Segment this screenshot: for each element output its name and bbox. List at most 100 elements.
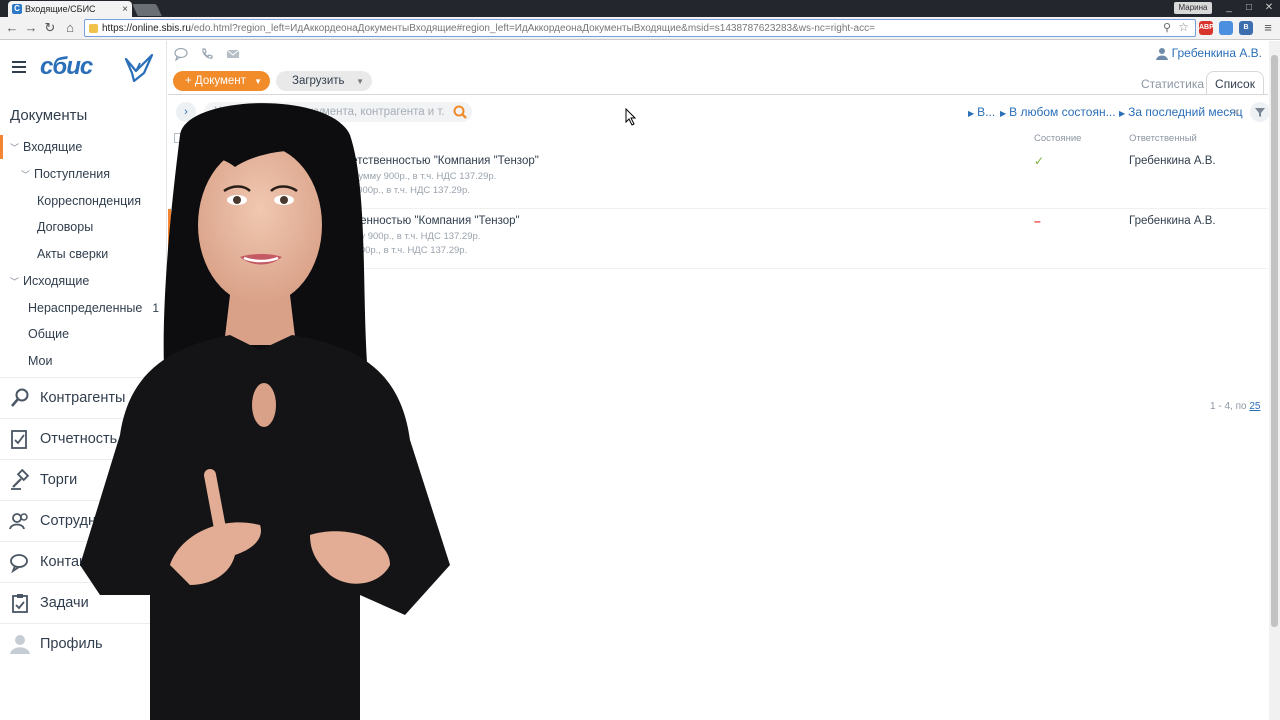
unassigned-count-badge: 1 bbox=[152, 301, 159, 315]
document-title: 05.0 й ответственностью "Компания "Тензо… bbox=[190, 155, 539, 167]
create-document-button[interactable]: + Документ ▼ bbox=[173, 71, 270, 91]
nav-item-receipts[interactable]: ﹀ Поступления bbox=[0, 162, 167, 186]
nav-item-label: Мои bbox=[28, 354, 53, 368]
zoom-icon[interactable]: ⚲ bbox=[1163, 21, 1171, 34]
browser-menu-icon[interactable]: ≡ bbox=[1260, 20, 1276, 36]
tab-statistics[interactable]: Статистика bbox=[1141, 77, 1204, 91]
nav-section-tasks[interactable]: Задачи bbox=[0, 582, 167, 622]
section-label: Торги bbox=[40, 471, 78, 488]
nav-section-profile[interactable]: Профиль bbox=[0, 623, 167, 663]
nav-item-label: Входящие bbox=[23, 140, 83, 154]
upload-button[interactable]: Загрузить ▼ bbox=[276, 71, 372, 91]
chevron-down-icon[interactable]: ﹀ bbox=[10, 141, 20, 154]
document-subline: 1 5.08.15 на сумму 900р., в т.ч. НДС 137… bbox=[190, 171, 497, 182]
new-tab-button[interactable] bbox=[132, 4, 162, 16]
address-bar[interactable]: https://online.sbis.ru/edo.html?region_l… bbox=[84, 19, 1196, 37]
phone-icon[interactable] bbox=[200, 47, 214, 61]
nav-section-employees[interactable]: Сотрудники bbox=[0, 500, 167, 540]
document-subline: 15 на сумму 900р., в т.ч. НДС 137.29р. bbox=[190, 185, 470, 196]
section-title-documents[interactable]: Документы bbox=[10, 107, 87, 124]
bookmark-star-icon[interactable]: ☆ bbox=[1178, 20, 1189, 34]
lock-icon bbox=[89, 23, 98, 33]
nav-item-outgoing[interactable]: ﹀ Исходящие bbox=[0, 269, 167, 293]
nav-item-label: Договоры bbox=[37, 220, 94, 234]
nav-item-reconciliation[interactable]: Акты сверки bbox=[0, 242, 167, 266]
search-icon[interactable] bbox=[452, 104, 468, 120]
reload-icon[interactable]: ↻ bbox=[42, 20, 58, 36]
chevron-down-icon[interactable]: ﹀ bbox=[21, 168, 31, 181]
minimize-icon[interactable]: _ bbox=[1220, 1, 1238, 14]
nav-item-label: Нераспределенные bbox=[28, 301, 143, 315]
nav-item-label: Исходящие bbox=[23, 274, 90, 288]
browser-tabbar: С Входящие/СБИС × Марина _ □ ✕ bbox=[0, 0, 1280, 17]
home-icon[interactable]: ⌂ bbox=[62, 20, 78, 36]
nav-section-reporting[interactable]: Отчетность bbox=[0, 418, 167, 458]
tabs-divider bbox=[168, 94, 1268, 95]
upload-label: Загрузить bbox=[292, 75, 345, 87]
close-window-icon[interactable]: ✕ bbox=[1260, 1, 1278, 14]
nav-item-correspondence[interactable]: Корреспонденция bbox=[0, 189, 167, 213]
chevron-down-icon[interactable]: ﹀ bbox=[10, 275, 20, 288]
back-icon[interactable]: ← bbox=[4, 20, 20, 36]
dropdown-arrow-icon[interactable]: ▼ bbox=[254, 77, 262, 86]
auction-icon bbox=[11, 468, 30, 490]
nav-item-label: Поступления bbox=[34, 167, 110, 181]
nav-item-label: Акты сверки bbox=[37, 247, 109, 261]
tab-title: Входящие/СБИС bbox=[25, 4, 96, 14]
forward-icon[interactable]: → bbox=[23, 20, 39, 36]
nav-item-unassigned[interactable]: Нераспределенные 1 bbox=[0, 296, 167, 320]
sbis-logo[interactable]: сбис bbox=[40, 53, 93, 81]
filter-type-chip[interactable]: ▶ В... bbox=[968, 105, 995, 119]
nav-item-incoming[interactable]: ﹀ Входящие bbox=[0, 135, 167, 159]
chat-bubble-icon[interactable] bbox=[174, 47, 188, 61]
report-icon bbox=[11, 429, 27, 449]
tasks-icon bbox=[12, 593, 28, 613]
nav-item-common[interactable]: Общие bbox=[0, 322, 167, 346]
page-size-link[interactable]: 25 bbox=[1249, 401, 1260, 412]
hamburger-menu-icon[interactable] bbox=[12, 61, 26, 73]
maximize-icon[interactable]: □ bbox=[1240, 1, 1258, 14]
table-row[interactable]: 05.0 й ответственностью "Компания "Тензо… bbox=[168, 149, 1268, 209]
search-input[interactable] bbox=[214, 106, 444, 118]
section-label: Контакты bbox=[40, 553, 103, 570]
browser-profile-button[interactable]: Марина bbox=[1174, 2, 1212, 14]
column-header-responsible[interactable]: Ответственный bbox=[1129, 133, 1197, 144]
close-tab-icon[interactable]: × bbox=[122, 4, 128, 15]
filter-state-chip[interactable]: ▶ В любом состоян... bbox=[1000, 105, 1116, 119]
filter-type-label: В... bbox=[977, 105, 996, 119]
browser-tab[interactable]: С Входящие/СБИС × bbox=[8, 1, 132, 17]
search-box[interactable] bbox=[204, 102, 472, 122]
dropdown-arrow-icon[interactable]: ▼ bbox=[356, 77, 364, 86]
document-subline: 8.15 на сумму 900р., в т.ч. НДС 137.29р. bbox=[190, 231, 481, 242]
adblock-icon[interactable]: ABP bbox=[1199, 21, 1214, 35]
nav-section-counterparties[interactable]: Контрагенты bbox=[0, 377, 167, 417]
user-icon bbox=[1155, 47, 1168, 60]
vk-extension-icon[interactable]: B bbox=[1239, 21, 1253, 35]
tab-list[interactable]: Список bbox=[1206, 71, 1264, 95]
extension-icon[interactable] bbox=[1219, 21, 1233, 35]
expand-panel-icon[interactable]: › bbox=[176, 102, 196, 122]
pagination: 1 - 4, по 25 bbox=[1210, 401, 1260, 412]
filter-funnel-button[interactable] bbox=[1250, 102, 1270, 122]
nav-item-contracts[interactable]: Договоры bbox=[0, 215, 167, 239]
scrollbar-thumb[interactable] bbox=[1271, 55, 1278, 627]
column-header-state[interactable]: Состояние bbox=[1034, 133, 1081, 144]
nav-section-tenders[interactable]: Торги bbox=[0, 459, 167, 499]
current-user-link[interactable]: Гребенкина А.В. bbox=[1155, 46, 1262, 60]
select-all-checkbox[interactable] bbox=[174, 133, 184, 143]
document-subline: 5 на сумму 900р., в т.ч. НДС 137.29р. bbox=[190, 245, 468, 256]
search-icon bbox=[11, 388, 29, 407]
create-document-label: + Документ bbox=[185, 75, 246, 87]
sbis-bird-logo-icon bbox=[124, 53, 154, 83]
mouse-cursor-icon bbox=[625, 108, 637, 126]
mail-icon[interactable] bbox=[226, 47, 240, 61]
nav-item-mine[interactable]: Мои bbox=[0, 349, 167, 373]
triangle-right-icon: ▶ bbox=[1119, 109, 1126, 118]
funnel-icon bbox=[1255, 108, 1265, 117]
profile-icon bbox=[10, 634, 30, 654]
page-scrollbar[interactable] bbox=[1269, 41, 1280, 720]
filter-period-chip[interactable]: ▶ За последний месяц bbox=[1119, 105, 1243, 119]
nav-section-contacts[interactable]: Контакты bbox=[0, 541, 167, 581]
table-row[interactable]: ответственностью "Компания "Тензор" 8.15… bbox=[168, 209, 1268, 269]
clear-filter-icon[interactable]: × bbox=[1233, 105, 1240, 119]
